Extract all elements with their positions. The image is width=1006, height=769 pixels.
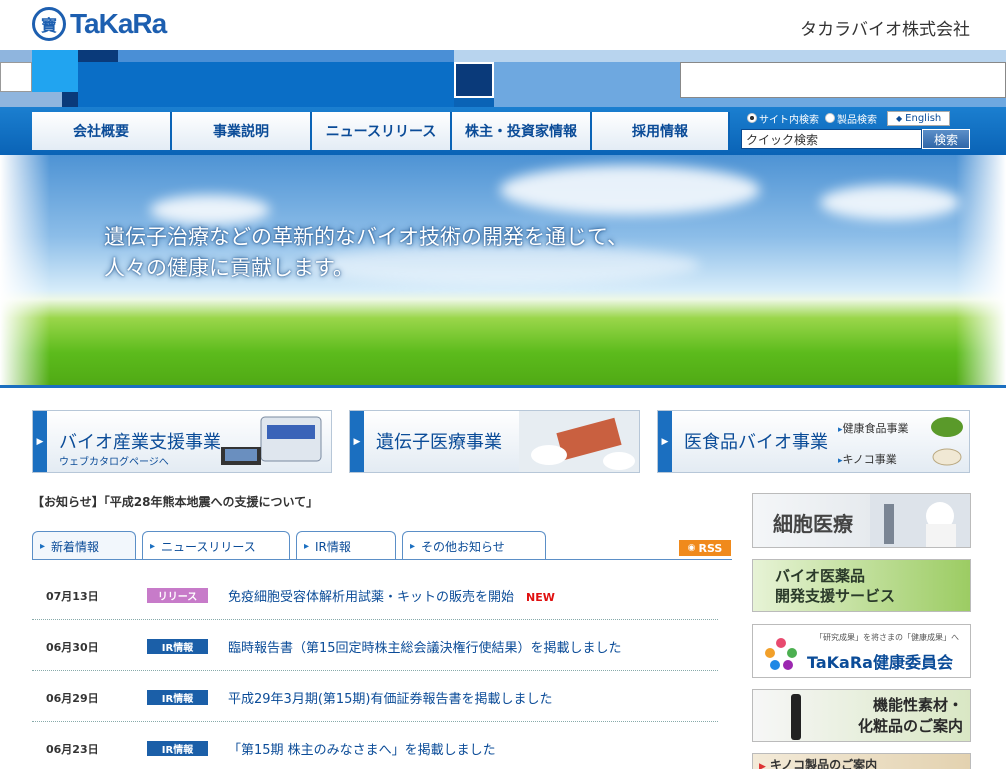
news-date: 06月30日 — [46, 641, 99, 654]
news-tabs: 新着情報 ニュースリリース IR情報 その他お知らせ — [32, 531, 552, 560]
header-mosaic — [0, 50, 1006, 107]
side-committee-title: TaKaRa健康委員会 — [807, 653, 953, 672]
nav-news-release[interactable]: ニュースリリース — [312, 112, 452, 150]
arrow-icon: ▶ — [759, 762, 766, 769]
news-title-link[interactable]: 平成29年3月期(第15期)有価証券報告書を掲載しました — [228, 688, 553, 707]
side-functional-text: 機能性素材・ 化粧品のご案内 — [823, 695, 963, 737]
news-date: 07月13日 — [46, 590, 99, 603]
news-category-badge: IR情報 — [147, 639, 208, 654]
english-button[interactable]: ◆ English — [887, 110, 951, 126]
side-banner-functional[interactable]: 機能性素材・ 化粧品のご案内 — [752, 689, 971, 742]
side-biopharma-text: バイオ医薬品 開発支援サービス — [775, 566, 895, 606]
banner-gene-medicine-title: 遺伝子医療事業 — [376, 432, 502, 453]
banner-food-bio[interactable]: ▶ 医食品バイオ事業 ▸健康食品事業 ▸キノコ事業 — [657, 410, 970, 473]
logo-seal-icon: 寶 — [32, 7, 66, 41]
news-category-badge: IR情報 — [147, 741, 208, 756]
arrow-icon: ▶ — [350, 411, 364, 472]
news-category-badge: リリース — [147, 588, 208, 603]
nav-company-profile[interactable]: 会社概要 — [32, 112, 172, 150]
banner-bio-industry[interactable]: ▶ バイオ産業支援事業 ウェブカタログページへ — [32, 410, 332, 473]
side-functional-line2: 化粧品のご案内 — [857, 717, 963, 735]
news-category-badge: IR情報 — [147, 690, 208, 705]
quick-search-input[interactable] — [741, 129, 922, 149]
company-name: タカラバイオ株式会社 — [800, 20, 970, 40]
banner-bio-industry-title: バイオ産業支援事業 — [59, 432, 221, 453]
radio-product-search[interactable] — [825, 113, 835, 123]
new-badge: NEW — [526, 591, 555, 604]
news-title-link[interactable]: 免疫細胞受容体解析用試薬・キットの販売を開始 NEW — [228, 586, 555, 605]
side-kinoko-text: ▶ キノコ製品のご案内 — [759, 756, 877, 769]
nav-recruit[interactable]: 採用情報 — [592, 112, 730, 150]
laboratory-device-image — [221, 416, 322, 465]
cosmetic-bottle-image — [791, 694, 801, 740]
takara-logo[interactable]: 寶 TaKaRa — [32, 7, 167, 41]
link-health-food[interactable]: ▸健康食品事業 — [838, 420, 909, 436]
side-cell-title: 細胞医療 — [773, 512, 853, 536]
hero-banner: 遺伝子治療などの革新的なバイオ技術の開発を通じて、 人々の健康に貢献します。 — [0, 155, 1006, 388]
banner-bio-industry-sub: ウェブカタログページへ — [59, 457, 169, 468]
link-mushroom-label: キノコ事業 — [842, 453, 897, 466]
global-nav: 会社概要 事業説明 ニュースリリース 株主・投資家情報 採用情報 — [32, 112, 730, 150]
news-item: 06月30日 IR情報 臨時報告書（第15回定時株主総会議決権行使結果）を掲載し… — [32, 620, 718, 671]
banner-food-bio-title: 医食品バイオ事業 — [684, 432, 828, 453]
lab-technician-image — [870, 494, 970, 547]
radio-site-search-label: サイト内検索 — [759, 114, 819, 126]
rss-button[interactable]: ◉ RSS — [679, 540, 731, 556]
search-box: サイト内検索 製品検索 ◆English 検索 — [741, 110, 973, 149]
notice-link[interactable]: 【お知らせ】「平成28年熊本地震への支援について」 — [32, 493, 318, 510]
side-banner-mushroom[interactable]: ▶ キノコ製品のご案内 — [752, 753, 971, 769]
link-mushroom[interactable]: ▸キノコ事業 — [838, 451, 897, 467]
arrow-icon: ▶ — [658, 411, 672, 472]
tab-latest[interactable]: 新着情報 — [32, 531, 136, 560]
rss-label: RSS — [698, 541, 723, 555]
news-date: 06月23日 — [46, 743, 99, 756]
hero-tagline-line1: 遺伝子治療などの革新的なバイオ技術の開発を通じて、 — [104, 225, 628, 249]
hero-divider — [0, 385, 1006, 388]
link-health-food-label: 健康食品事業 — [842, 422, 909, 435]
hero-tagline-line2: 人々の健康に貢献します。 — [104, 256, 354, 280]
search-button[interactable]: 検索 — [922, 129, 970, 149]
news-title-link[interactable]: 臨時報告書（第15回定時株主総会議決権行使結果）を掲載しました — [228, 637, 622, 656]
news-title-text: 免疫細胞受容体解析用試薬・キットの販売を開始 — [228, 590, 515, 605]
side-banner-health-committee[interactable]: 「研究成果」を将さまの「健康成果」へ TaKaRa健康委員会 — [752, 624, 971, 678]
logo-wordmark: TaKaRa — [70, 8, 167, 39]
news-title-link[interactable]: 「第15期 株主のみなさまへ」を掲載しました — [228, 739, 496, 758]
side-biopharma-line2: 開発支援サービス — [775, 587, 896, 605]
nav-investor[interactable]: 株主・投資家情報 — [452, 112, 592, 150]
english-label: English — [905, 112, 942, 124]
tabs-underline — [32, 559, 732, 560]
side-kinoko-label: キノコ製品のご案内 — [769, 758, 878, 769]
radio-site-search[interactable] — [747, 113, 757, 123]
site-header: 寶 TaKaRa タカラバイオ株式会社 — [0, 0, 1006, 50]
news-item: 06月23日 IR情報 「第15期 株主のみなさまへ」を掲載しました — [32, 722, 718, 769]
tab-news-release[interactable]: ニュースリリース — [142, 531, 290, 560]
tab-ir[interactable]: IR情報 — [296, 531, 396, 560]
side-committee-tagline: 「研究成果」を将さまの「健康成果」へ — [815, 633, 959, 642]
nav-business[interactable]: 事業説明 — [172, 112, 312, 150]
english-diamond-icon: ◆ — [896, 113, 903, 123]
news-date: 06月29日 — [46, 692, 99, 705]
mushroom-plant-image — [931, 417, 963, 466]
radio-product-search-label: 製品検索 — [837, 114, 877, 126]
side-functional-line1: 機能性素材・ — [872, 696, 963, 714]
rss-icon: ◉ — [687, 543, 696, 553]
news-item: 07月13日 リリース 免疫細胞受容体解析用試薬・キットの販売を開始 NEW — [32, 569, 718, 620]
tab-other[interactable]: その他お知らせ — [402, 531, 546, 560]
side-banner-cell-therapy[interactable]: 細胞医療 — [752, 493, 971, 548]
lab-gloves-image — [519, 411, 639, 472]
banner-gene-medicine[interactable]: ▶ 遺伝子医療事業 — [349, 410, 640, 473]
side-banner-biopharma[interactable]: バイオ医薬品 開発支援サービス — [752, 559, 971, 612]
news-item: 06月29日 IR情報 平成29年3月期(第15期)有価証券報告書を掲載しました — [32, 671, 718, 722]
hero-tagline: 遺伝子治療などの革新的なバイオ技術の開発を通じて、 人々の健康に貢献します。 — [104, 222, 628, 284]
side-biopharma-line1: バイオ医薬品 — [775, 567, 866, 585]
arrow-icon: ▶ — [33, 411, 47, 472]
committee-logo-icon — [765, 638, 797, 670]
